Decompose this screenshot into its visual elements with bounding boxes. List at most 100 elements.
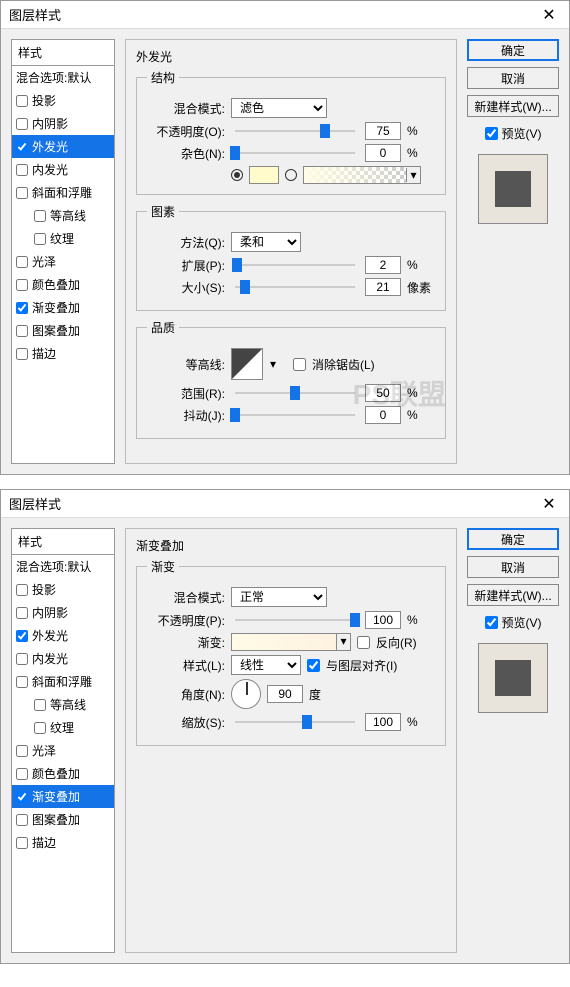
style-label: 等高线 [50,207,86,224]
close-icon[interactable]: ✕ [529,1,569,29]
style-checkbox[interactable] [16,302,28,314]
style-checkbox[interactable] [34,210,46,222]
style-checkbox[interactable] [16,745,28,757]
chevron-down-icon[interactable]: ▾ [336,634,350,650]
style-item[interactable]: 图案叠加 [12,319,114,342]
reverse-checkbox[interactable] [357,636,370,649]
opacity-input[interactable] [365,611,401,629]
ok-button[interactable]: 确定 [467,39,559,61]
contour-picker[interactable]: ▾ [231,348,263,380]
style-checkbox[interactable] [16,95,28,107]
style-item[interactable]: 颜色叠加 [12,762,114,785]
blend-options-row[interactable]: 混合选项:默认 [12,66,114,89]
style-checkbox[interactable] [16,837,28,849]
style-item[interactable]: 斜面和浮雕 [12,670,114,693]
solid-color-swatch[interactable] [249,166,279,184]
style-checkbox[interactable] [16,325,28,337]
style-item[interactable]: 等高线 [12,693,114,716]
preview-toggle[interactable]: 预览(V) [467,614,559,631]
cancel-button[interactable]: 取消 [467,67,559,89]
style-item[interactable]: 纹理 [12,227,114,250]
size-slider[interactable] [235,286,355,288]
style-checkbox[interactable] [16,279,28,291]
jitter-slider[interactable] [235,414,355,416]
style-checkbox[interactable] [16,256,28,268]
style-checkbox[interactable] [16,141,28,153]
style-item[interactable]: 描边 [12,831,114,854]
opacity-slider[interactable] [235,619,355,621]
style-checkbox[interactable] [16,768,28,780]
style-item[interactable]: 渐变叠加 [12,296,114,319]
gradient-picker[interactable]: ▾ [231,633,351,651]
style-checkbox[interactable] [16,187,28,199]
gradient-swatch[interactable]: ▾ [303,166,421,184]
style-item[interactable]: 纹理 [12,716,114,739]
ok-button[interactable]: 确定 [467,528,559,550]
new-style-button[interactable]: 新建样式(W)... [467,584,559,606]
antialias-checkbox[interactable] [293,358,306,371]
spread-slider[interactable] [235,264,355,266]
scale-input[interactable] [365,713,401,731]
style-label: 投影 [32,581,56,598]
style-checkbox[interactable] [34,699,46,711]
style-item[interactable]: 光泽 [12,739,114,762]
style-item[interactable]: 内阴影 [12,601,114,624]
jitter-input[interactable] [365,406,401,424]
style-checkbox[interactable] [16,607,28,619]
technique-select[interactable]: 柔和 [231,232,301,252]
preview-checkbox[interactable] [485,127,498,140]
style-checkbox[interactable] [34,722,46,734]
style-checkbox[interactable] [16,791,28,803]
style-item[interactable]: 图案叠加 [12,808,114,831]
style-item[interactable]: 外发光 [12,135,114,158]
solid-color-radio[interactable] [231,169,243,181]
style-item[interactable]: 渐变叠加 [12,785,114,808]
style-item[interactable]: 外发光 [12,624,114,647]
cancel-button[interactable]: 取消 [467,556,559,578]
style-item[interactable]: 投影 [12,89,114,112]
style-checkbox[interactable] [16,164,28,176]
style-item[interactable]: 内发光 [12,647,114,670]
style-checkbox[interactable] [16,584,28,596]
noise-input[interactable] [365,144,401,162]
style-item[interactable]: 内发光 [12,158,114,181]
angle-input[interactable] [267,685,303,703]
spread-input[interactable] [365,256,401,274]
style-label: 样式(L): [147,657,225,674]
blend-mode-select[interactable]: 正常 [231,587,327,607]
new-style-button[interactable]: 新建样式(W)... [467,95,559,117]
style-checkbox[interactable] [16,814,28,826]
chevron-down-icon[interactable]: ▾ [406,168,420,182]
blend-mode-select[interactable]: 滤色 [231,98,327,118]
style-checkbox[interactable] [16,676,28,688]
style-checkbox[interactable] [16,653,28,665]
close-icon[interactable]: ✕ [529,490,569,518]
style-checkbox[interactable] [16,118,28,130]
opacity-slider[interactable] [235,130,355,132]
style-item[interactable]: 等高线 [12,204,114,227]
align-with-layer-checkbox[interactable] [307,659,320,672]
style-checkbox[interactable] [34,233,46,245]
style-item[interactable]: 斜面和浮雕 [12,181,114,204]
preview-toggle[interactable]: 预览(V) [467,125,559,142]
chevron-down-icon[interactable]: ▾ [270,357,276,371]
style-item[interactable]: 内阴影 [12,112,114,135]
style-item[interactable]: 投影 [12,578,114,601]
blend-options-row[interactable]: 混合选项:默认 [12,555,114,578]
scale-slider[interactable] [235,721,355,723]
angle-dial[interactable] [231,679,261,709]
style-checkbox[interactable] [16,630,28,642]
size-input[interactable] [365,278,401,296]
style-item[interactable]: 描边 [12,342,114,365]
gradient-style-select[interactable]: 线性 [231,655,301,675]
range-slider[interactable] [235,392,355,394]
range-input[interactable] [365,384,401,402]
dialog-body: 样式 混合选项:默认 投影内阴影外发光内发光斜面和浮雕等高线纹理光泽颜色叠加渐变… [1,29,569,474]
gradient-color-radio[interactable] [285,169,297,181]
noise-slider[interactable] [235,152,355,154]
style-item[interactable]: 光泽 [12,250,114,273]
style-item[interactable]: 颜色叠加 [12,273,114,296]
opacity-input[interactable] [365,122,401,140]
preview-checkbox[interactable] [485,616,498,629]
style-checkbox[interactable] [16,348,28,360]
